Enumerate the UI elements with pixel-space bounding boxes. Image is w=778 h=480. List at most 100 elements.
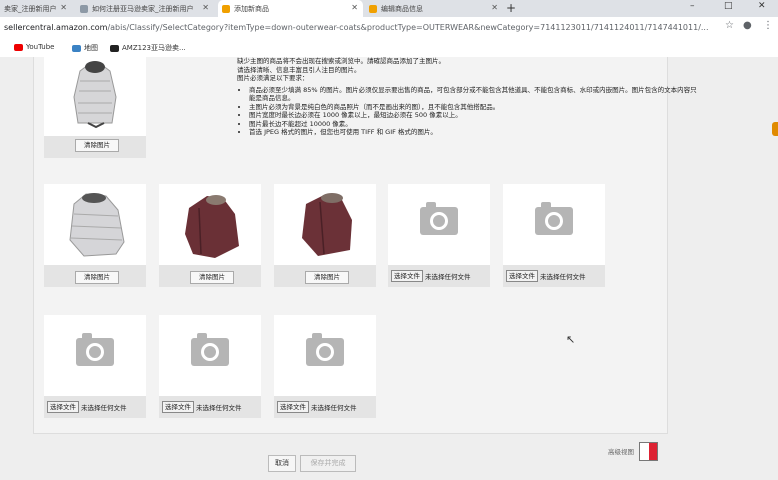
clear-image-button[interactable]: 清除图片 bbox=[75, 271, 119, 284]
main-image bbox=[44, 57, 146, 136]
images-panel: 清除图片 缺少主图的商品将不会出现在搜索或浏览中。請確認商品添加了主图片。 请选… bbox=[33, 57, 697, 434]
image-placeholder bbox=[388, 184, 490, 265]
close-icon[interactable]: ✕ bbox=[60, 3, 67, 12]
save-and-finish-button[interactable]: 保存并完成 bbox=[300, 455, 356, 472]
image-placeholder bbox=[503, 184, 605, 265]
requirement-item: 图片宽度时最长边必须在 1000 像素以上，最短边必须在 500 像素以上。 bbox=[249, 111, 697, 120]
choose-file-button[interactable]: 选择文件 bbox=[391, 270, 423, 282]
jacket-image bbox=[73, 61, 117, 129]
new-tab-button[interactable]: + bbox=[506, 1, 516, 15]
image-placeholder bbox=[159, 315, 261, 396]
side-feedback-tab[interactable] bbox=[772, 122, 778, 136]
image-slot: 选择文件 未选择任何文件 bbox=[159, 315, 261, 418]
star-icon[interactable]: ☆ bbox=[725, 20, 734, 31]
main-image-slot: 清除图片 bbox=[44, 57, 146, 158]
amz123-icon bbox=[110, 44, 119, 52]
image-requirements: 缺少主图的商品将不会出现在搜索或浏览中。請確認商品添加了主图片。 请选择清晰、信… bbox=[237, 57, 697, 137]
tab-label: 添加新商品 bbox=[234, 4, 269, 13]
browser-tab-strip: 卖家_注册新用户 ✕ 如何注册亚马逊卖家_注册新用户 ✕ 添加新商品 ✕ 编辑商… bbox=[0, 0, 778, 17]
youtube-icon bbox=[14, 43, 23, 51]
browser-tab[interactable]: 如何注册亚马逊卖家_注册新用户 ✕ bbox=[76, 0, 214, 17]
image-placeholder bbox=[274, 315, 376, 396]
file-input[interactable]: 选择文件 未选择任何文件 bbox=[162, 401, 242, 413]
requirement-item: 主图片必须为背景是纯白色的商品照片（而不是画出来的图），且不能包含其他搭配品。 bbox=[249, 103, 697, 112]
image-slot: 选择文件 未选择任何文件 bbox=[388, 184, 490, 287]
no-file-label: 未选择任何文件 bbox=[81, 404, 127, 412]
image-preview bbox=[159, 184, 261, 265]
amazon-icon bbox=[222, 4, 230, 13]
clear-image-button[interactable]: 清除图片 bbox=[75, 139, 119, 152]
choose-file-button[interactable]: 选择文件 bbox=[277, 401, 309, 413]
image-slot: 选择文件 未选择任何文件 bbox=[274, 315, 376, 418]
no-file-label: 未选择任何文件 bbox=[540, 273, 586, 281]
file-input[interactable]: 选择文件 未选择任何文件 bbox=[506, 270, 586, 282]
tab-label: 卖家_注册新用户 bbox=[4, 4, 57, 13]
jacket-image bbox=[69, 193, 125, 257]
browser-tab-active[interactable]: 添加新商品 ✕ bbox=[218, 0, 363, 17]
tab-label: 如何注册亚马逊卖家_注册新用户 bbox=[92, 4, 194, 13]
no-file-label: 未选择任何文件 bbox=[196, 404, 242, 412]
clear-image-button[interactable]: 清除图片 bbox=[190, 271, 234, 284]
cancel-button[interactable]: 取消 bbox=[268, 455, 296, 472]
image-preview bbox=[274, 184, 376, 265]
bookmark-youtube[interactable]: YouTube bbox=[14, 43, 54, 51]
minimize-button[interactable]: – bbox=[690, 1, 695, 11]
image-preview bbox=[44, 184, 146, 265]
url-path: /abis/Classify/SelectCategory?itemType=d… bbox=[107, 23, 709, 32]
close-icon[interactable]: ✕ bbox=[351, 3, 358, 12]
camera-icon bbox=[535, 202, 573, 235]
doc-icon bbox=[80, 4, 88, 13]
requirement-item: 商品必须至少填满 85% 的图片。图片必须仅显示要出售的商品，可包含部分或不能包… bbox=[249, 86, 697, 103]
bookmark-label: YouTube bbox=[26, 43, 55, 51]
choose-file-button[interactable]: 选择文件 bbox=[47, 401, 79, 413]
bookmarks-bar: YouTube 地图 AMZ123亚马逊卖... bbox=[0, 38, 778, 58]
url-host: sellercentral.amazon.com bbox=[4, 23, 108, 32]
camera-icon bbox=[76, 333, 114, 366]
browser-tab[interactable]: 编辑商品信息 ✕ bbox=[365, 0, 503, 17]
bookmark-label: 地图 bbox=[84, 44, 98, 52]
clear-image-button[interactable]: 清除图片 bbox=[305, 271, 349, 284]
image-slot: 选择文件 未选择任何文件 bbox=[44, 315, 146, 418]
image-placeholder bbox=[44, 315, 146, 396]
bookmark-amz123[interactable]: AMZ123亚马逊卖... bbox=[110, 43, 186, 53]
bookmark-maps[interactable]: 地图 bbox=[72, 43, 98, 53]
image-slot: 清除图片 bbox=[44, 184, 146, 287]
close-icon[interactable]: ✕ bbox=[491, 3, 498, 12]
bookmark-label: AMZ123亚马逊卖... bbox=[122, 44, 186, 52]
no-file-label: 未选择任何文件 bbox=[311, 404, 357, 412]
choose-file-button[interactable]: 选择文件 bbox=[506, 270, 538, 282]
requirements-intro: 请选择清晰、信息丰富且引人注目的图片。 bbox=[237, 65, 361, 74]
mouse-cursor-icon: ↖ bbox=[566, 333, 576, 346]
requirement-item: 首选 JPEG 格式的图片，但您也可使用 TIFF 和 GIF 格式的图片。 bbox=[249, 128, 697, 137]
url-field[interactable]: sellercentral.amazon.com/abis/Classify/S… bbox=[4, 20, 716, 35]
no-file-label: 未选择任何文件 bbox=[425, 273, 471, 281]
jacket-image bbox=[185, 195, 239, 258]
requirements-intro: 缺少主图的商品将不会出现在搜索或浏览中。請確認商品添加了主图片。 bbox=[237, 57, 445, 65]
close-window-button[interactable]: ✕ bbox=[758, 1, 766, 11]
jacket-image bbox=[302, 193, 352, 256]
requirements-intro: 图片必须满足以下要求： bbox=[237, 74, 309, 82]
requirements-list: 商品必须至少填满 85% 的图片。图片必须仅显示要出售的商品，可包含部分或不能包… bbox=[237, 86, 697, 137]
browser-tab[interactable]: 卖家_注册新用户 ✕ bbox=[0, 0, 72, 17]
close-icon[interactable]: ✕ bbox=[202, 3, 209, 12]
toggle-knob bbox=[649, 443, 657, 460]
account-icon[interactable]: ● bbox=[743, 20, 752, 31]
camera-icon bbox=[191, 333, 229, 366]
file-input[interactable]: 选择文件 未选择任何文件 bbox=[47, 401, 127, 413]
menu-icon[interactable]: ⋮ bbox=[763, 20, 773, 31]
maximize-button[interactable]: □ bbox=[724, 1, 733, 11]
choose-file-button[interactable]: 选择文件 bbox=[162, 401, 194, 413]
page-content: 清除图片 缺少主图的商品将不会出现在搜索或浏览中。請確認商品添加了主图片。 请选… bbox=[0, 57, 778, 480]
image-slot: 清除图片 bbox=[274, 184, 376, 287]
advanced-view-toggle[interactable] bbox=[639, 442, 658, 461]
requirement-item: 图片最长边不能超过 10000 像素。 bbox=[249, 120, 697, 129]
tab-label: 编辑商品信息 bbox=[381, 4, 423, 13]
file-input[interactable]: 选择文件 未选择任何文件 bbox=[277, 401, 357, 413]
camera-icon bbox=[306, 333, 344, 366]
amazon-icon bbox=[369, 4, 377, 13]
advanced-view-label: 高级视图 bbox=[608, 448, 634, 456]
image-slot: 清除图片 bbox=[159, 184, 261, 287]
file-input[interactable]: 选择文件 未选择任何文件 bbox=[391, 270, 471, 282]
address-bar-row: sellercentral.amazon.com/abis/Classify/S… bbox=[0, 17, 778, 38]
image-slot: 选择文件 未选择任何文件 bbox=[503, 184, 605, 287]
